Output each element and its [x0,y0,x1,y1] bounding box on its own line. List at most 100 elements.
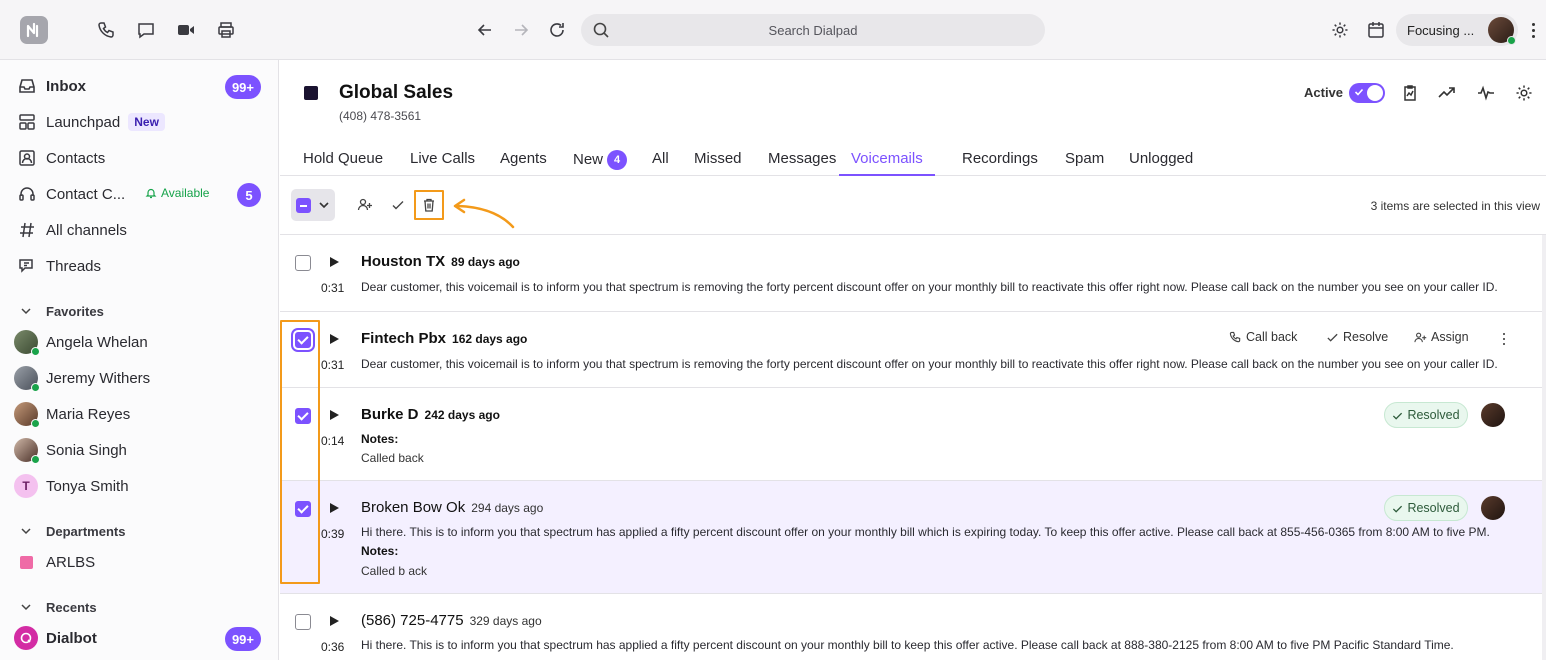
tab-spam[interactable]: Spam [1065,150,1104,176]
tab-recordings[interactable]: Recordings [962,150,1038,176]
row-checkbox[interactable] [295,255,311,271]
caller-name-line: Burke D 242 days ago [361,406,500,423]
settings-icon[interactable] [1514,83,1536,105]
sidebar-item-contacts[interactable]: Contacts [0,140,278,176]
status-selector[interactable]: Focusing ... [1396,14,1518,46]
tab-agents[interactable]: Agents [500,150,547,176]
calendar-icon[interactable] [1365,19,1387,41]
sidebar-item-threads[interactable]: Threads [0,248,278,284]
play-icon[interactable] [328,502,340,514]
main-panel: Global Sales (408) 478-3561 Active Hold … [280,60,1546,664]
resolved-badge[interactable]: Resolved [1384,495,1468,521]
tab-new[interactable]: New 4 [573,150,628,176]
more-menu-icon[interactable] [1526,20,1540,40]
voicemail-row[interactable]: 0:31 Fintech Pbx 162 days ago Call back R… [280,312,1542,388]
voicemail-row[interactable]: 0:39 Broken Bow Ok 294 days ago Hi there.… [280,481,1542,594]
play-icon[interactable] [328,256,340,268]
activity-icon[interactable] [1476,83,1498,105]
video-icon[interactable] [175,19,197,41]
availability-status: Available [145,186,209,200]
play-icon[interactable] [328,333,340,345]
group-phone-number: (408) 478-3561 [339,109,422,123]
tab-all[interactable]: All [652,150,669,176]
recent-item-dialbot[interactable]: Dialbot 99+ [0,620,278,656]
search-bar[interactable] [581,14,1045,46]
voicemail-transcript: Hi there. This is to inform you that spe… [361,525,1490,539]
resolve-button[interactable]: Resolve [1326,330,1388,344]
voicemail-duration: 0:39 [321,527,345,541]
clipboard-stats-icon[interactable] [1400,83,1422,105]
dialbot-icon [14,626,38,650]
resolve-check-icon[interactable] [390,197,408,215]
contact-name: Tonya Smith [46,477,129,495]
sidebar-item-contact-center[interactable]: Contact C... Available 5 [0,176,278,212]
resolved-badge[interactable]: Resolved [1384,402,1468,428]
tab-missed[interactable]: Missed [694,150,742,176]
tab-voicemails[interactable]: Voicemails [839,150,935,176]
trash-highlight-box [414,190,444,220]
call-back-button[interactable]: Call back [1229,330,1297,344]
favorite-item[interactable]: Maria Reyes [0,396,278,432]
dialpad-logo[interactable] [20,16,48,44]
annotation-arrow-icon [453,198,515,229]
contact-name: Angela Whelan [46,333,148,351]
sidebar-item-label: Launchpad [46,113,121,131]
tab-live-calls[interactable]: Live Calls [410,150,475,176]
assign-button[interactable]: Assign [1414,330,1469,344]
sidebar-item-all-channels[interactable]: All channels [0,212,278,248]
avatar: T [14,474,38,498]
department-item[interactable]: ARLBS [0,544,278,580]
message-icon[interactable] [135,19,157,41]
voicemail-age: 329 days ago [469,614,542,628]
status-label: Focusing ... [1407,22,1475,38]
group-color-square [304,86,318,100]
favorite-item[interactable]: Jeremy Withers [0,360,278,396]
sidebar-item-launchpad[interactable]: Launchpad New [0,104,278,140]
tab-messages[interactable]: Messages [768,150,836,176]
select-all-checkbox[interactable] [296,198,311,213]
favorite-item[interactable]: T Tonya Smith [0,468,278,504]
search-input[interactable] [581,22,1045,38]
voicemail-row[interactable]: 0:14 Burke D 242 days ago Notes: Called b… [280,388,1542,481]
sidebar-item-inbox[interactable]: Inbox 99+ [0,68,278,104]
inbox-icon [17,76,37,96]
active-toggle[interactable] [1349,83,1385,103]
scrollbar[interactable] [1542,235,1546,660]
tab-unlogged[interactable]: Unlogged [1129,150,1193,176]
section-label: Favorites [46,303,104,319]
checkbox-highlight-box [280,320,320,584]
sidebar: Inbox 99+ Launchpad New Contacts Contact… [0,60,279,660]
back-arrow-icon[interactable] [474,19,496,41]
avatar [14,366,40,392]
voicemail-row[interactable]: 0:31 Houston TX 89 days ago Dear customer… [280,236,1542,312]
voicemail-row[interactable]: 0:36 (586) 725-4775 329 days ago Hi there… [280,594,1542,664]
select-all-dropdown[interactable] [291,189,335,221]
assign-icon[interactable] [357,197,375,215]
chevron-down-icon [319,202,329,209]
voicemail-duration: 0:31 [321,358,345,372]
favorite-item[interactable]: Sonia Singh [0,432,278,468]
phone-icon[interactable] [95,19,117,41]
department-color-square [20,556,33,569]
assign-icon [1414,332,1427,342]
departments-header[interactable]: Departments [0,519,278,543]
favorites-header[interactable]: Favorites [0,299,278,323]
caller-name: Broken Bow Ok [361,499,466,516]
recents-header[interactable]: Recents [0,595,278,619]
sidebar-item-label: Contact C... [46,185,126,203]
printer-icon[interactable] [215,19,237,41]
refresh-icon[interactable] [546,19,568,41]
favorite-item[interactable]: Angela Whelan [0,324,278,360]
row-checkbox[interactable] [295,614,311,630]
trending-icon[interactable] [1437,83,1459,105]
play-icon[interactable] [328,409,340,421]
avatar [14,438,40,464]
contact-name: Sonia Singh [46,441,127,459]
play-icon[interactable] [328,615,340,627]
logo-icon [26,22,39,38]
row-more-menu-icon[interactable] [1499,331,1509,347]
forward-arrow-icon[interactable] [510,19,532,41]
chevron-down-icon [21,604,31,611]
settings-icon[interactable] [1329,19,1351,41]
tab-hold-queue[interactable]: Hold Queue [303,150,383,176]
